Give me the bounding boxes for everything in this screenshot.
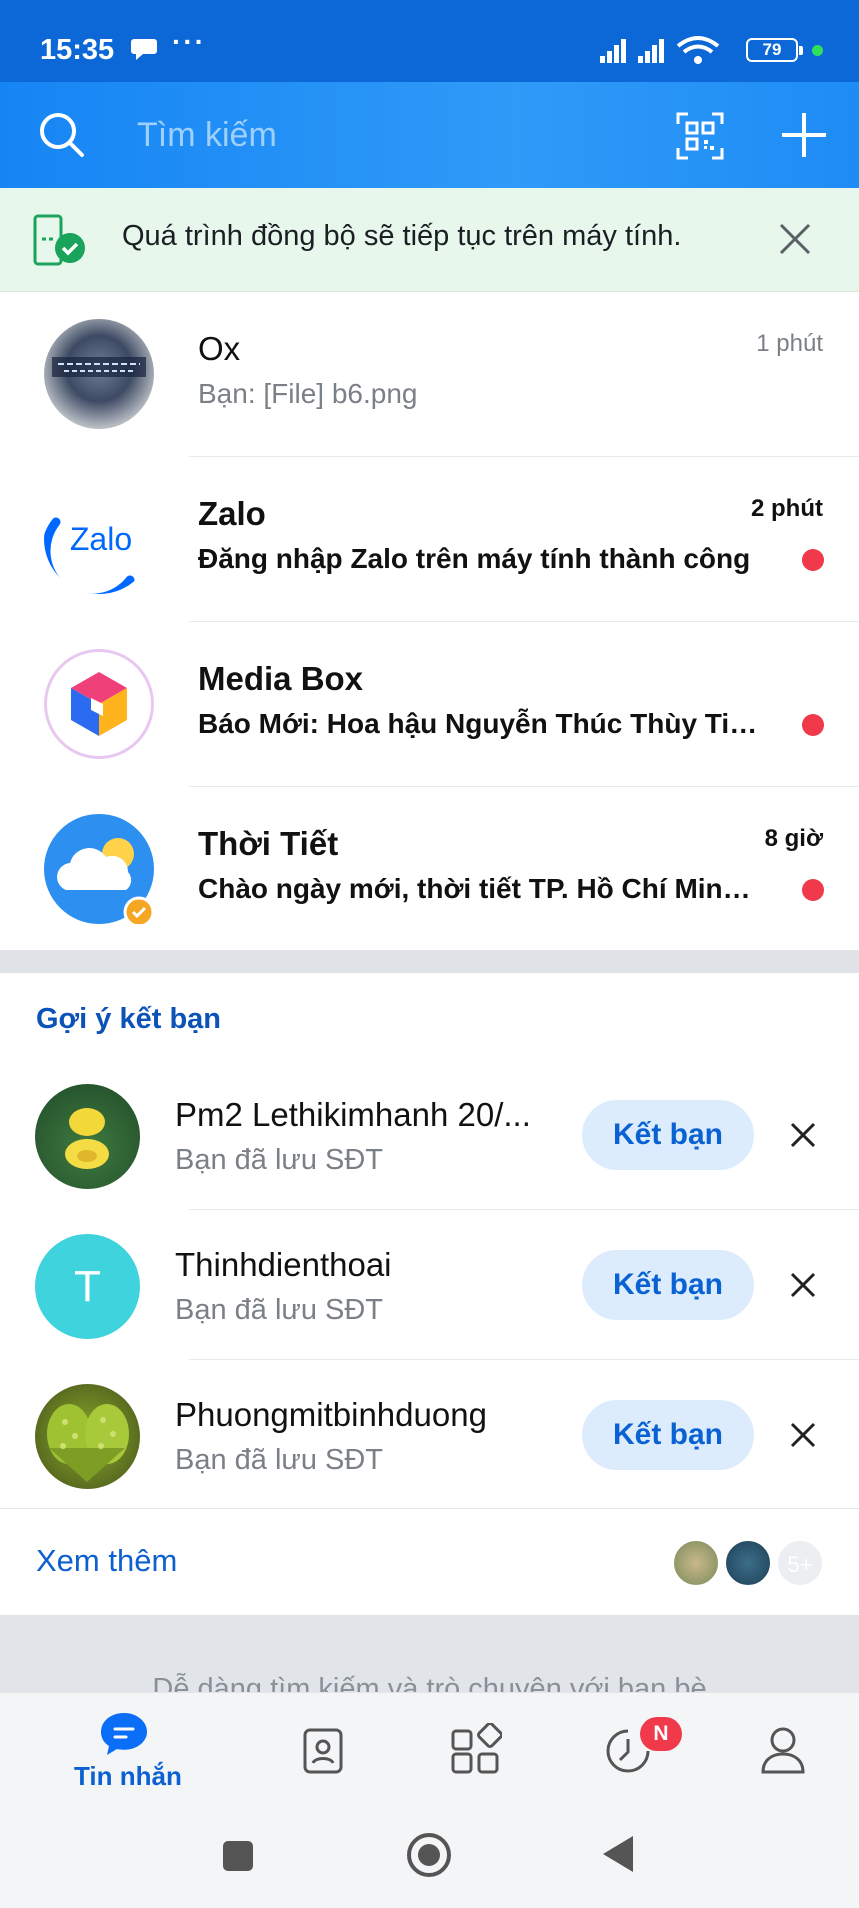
messages-icon [101,1713,147,1755]
chat-name: Thời Tiết [198,825,339,862]
chat-name: Media Box [198,660,364,697]
add-friend-button[interactable]: Kết bạn [582,1100,754,1170]
friend-suggestions-title: Gợi ý kết bạn [36,1003,222,1035]
signal-wifi-icon [600,36,720,64]
tab-messages-label: Tin nhắn [74,1761,182,1791]
suggestion-name: Thinhdienthoai [175,1246,392,1283]
avatar [672,1539,720,1587]
tab-timeline[interactable] [580,1693,690,1813]
suggestion-name: Phuongmitbinhduong [175,1396,487,1433]
chat-name: Ox [198,330,241,367]
chat-item-zalo[interactable]: Zalo Zalo Đăng nhập Zalo trên máy tính t… [0,457,859,622]
tab-profile[interactable] [740,1693,830,1813]
avatar [44,319,154,429]
device-sync-icon [33,214,85,266]
close-icon[interactable] [778,222,812,256]
avatar [724,1539,772,1587]
bottom-navigation: Tin nhắn N [0,1692,859,1908]
notification-badge: N [640,1717,682,1751]
avatar [35,1084,140,1189]
profile-icon [761,1727,805,1774]
dismiss-icon[interactable] [790,1272,816,1298]
suggestion-subtitle: Bạn đã lưu SĐT [175,1144,384,1176]
section-gap [0,950,859,973]
see-more-link[interactable]: Xem thêm [36,1543,177,1579]
add-friend-button[interactable]: Kết bạn [582,1250,754,1320]
zalo-logo-avatar: Zalo [44,484,154,594]
weather-avatar [44,814,155,928]
zalo-logo-text: Zalo [70,521,132,557]
contacts-icon [303,1728,343,1774]
home-icon[interactable] [406,1832,452,1878]
suggestion-name: Pm2 Lethikimhanh 20/... [175,1096,531,1133]
dismiss-icon[interactable] [790,1122,816,1148]
chat-item-thoi-tiet[interactable]: Thời Tiết Chào ngày mới, thời tiết TP. H… [0,787,859,952]
sync-banner: Quá trình đồng bộ sẽ tiếp tục trên máy t… [0,188,859,292]
unread-dot [802,714,824,736]
suggestion-item[interactable]: Pm2 Lethikimhanh 20/... Bạn đã lưu SĐT K… [0,1060,859,1210]
sync-message: Quá trình đồng bộ sẽ tiếp tục trên máy t… [122,220,682,252]
chat-preview: Đăng nhập Zalo trên máy tính thành công [198,543,751,574]
top-bar: Tìm kiếm [0,82,859,188]
unread-dot [802,549,824,571]
chat-preview: Báo Mới: Hoa hậu Nguyễn Thúc Thùy Tiên..… [198,708,758,739]
status-indicator-dot [812,45,823,56]
tab-discover[interactable] [430,1693,520,1813]
avatar [35,1384,140,1489]
status-more: ··· [172,26,206,57]
apps-grid-icon [451,1723,502,1774]
suggestion-subtitle: Bạn đã lưu SĐT [175,1294,384,1326]
unread-dot [802,879,824,901]
dismiss-icon[interactable] [790,1422,816,1448]
chat-item-media-box[interactable]: Media Box Báo Mới: Hoa hậu Nguyễn Thúc T… [0,622,859,787]
media-box-avatar [44,649,154,759]
suggestion-item[interactable]: T Thinhdienthoai Bạn đã lưu SĐT Kết bạn [0,1210,859,1360]
chat-bubble-icon [131,39,157,60]
chat-time: 1 phút [756,330,823,357]
qr-scan-icon[interactable] [676,112,724,160]
search-icon[interactable] [38,111,86,159]
suggestion-subtitle: Bạn đã lưu SĐT [175,1444,384,1476]
chat-time: 8 giờ [764,825,823,852]
avatar-initial: T [35,1234,140,1339]
tab-contacts[interactable] [280,1693,370,1813]
chat-time: 2 phút [751,495,823,522]
suggestion-item[interactable]: Phuongmitbinhduong Bạn đã lưu SĐT Kết bạ… [0,1360,859,1510]
chat-preview: Chào ngày mới, thời tiết TP. Hồ Chí Minh… [198,873,758,904]
battery-icon: 79 [746,38,803,62]
chat-item-ox[interactable]: Ox Bạn: [File] b6.png 1 phút [0,292,859,457]
add-friend-button[interactable]: Kết bạn [582,1400,754,1470]
chat-name: Zalo [198,495,266,532]
search-input[interactable]: Tìm kiếm [137,116,277,155]
status-bar: 15:35 ··· 79 [0,0,859,82]
see-more-row[interactable]: Xem thêm 5+ [0,1508,859,1615]
chat-preview: Bạn: [File] b6.png [198,378,418,409]
status-time: 15:35 [40,34,115,66]
more-count-badge: 5+ [776,1539,824,1587]
back-icon[interactable] [600,1834,636,1874]
tab-messages[interactable]: Tin nhắn [0,1693,200,1813]
recent-apps-icon[interactable] [220,1838,256,1874]
add-icon[interactable] [780,111,828,159]
